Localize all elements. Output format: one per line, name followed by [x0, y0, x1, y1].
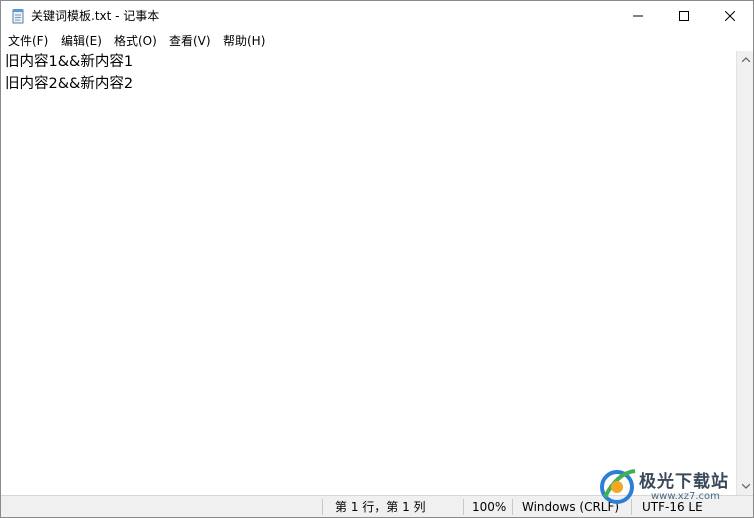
notepad-icon[interactable] — [10, 8, 26, 24]
close-button[interactable] — [707, 1, 753, 31]
minimize-icon — [633, 15, 643, 17]
window-title: 关键词模板.txt - 记事本 — [31, 9, 160, 23]
chevron-up-icon — [741, 57, 750, 62]
scroll-up-button[interactable] — [737, 51, 753, 68]
editor-line: 旧内容1&&新内容1 — [5, 54, 134, 70]
minimize-button[interactable] — [615, 1, 661, 31]
editor-line: 旧内容2&&新内容2 — [5, 76, 134, 92]
menu-help[interactable]: 帮助(H) — [223, 33, 265, 49]
menu-bar: 文件(F) 编辑(E) 格式(O) 查看(V) 帮助(H) — [1, 31, 753, 51]
watermark-url: www.xz7.com — [651, 491, 720, 502]
menu-edit[interactable]: 编辑(E) — [61, 33, 102, 49]
notepad-window: 关键词模板.txt - 记事本 文件(F) 编辑(E) 格式(O) 查看(V) … — [0, 0, 754, 518]
close-icon — [725, 11, 735, 21]
maximize-icon — [679, 11, 689, 21]
text-editor[interactable]: 旧内容1&&新内容1 旧内容2&&新内容2 — [1, 51, 736, 495]
maximize-button[interactable] — [661, 1, 707, 31]
status-divider — [322, 499, 323, 515]
vertical-scrollbar[interactable] — [736, 51, 753, 495]
aurora-logo-icon — [600, 469, 636, 504]
status-divider — [463, 499, 464, 515]
watermark-logo: 极光下载站 www.xz7.com — [595, 463, 747, 509]
zoom-level: 100% — [472, 500, 507, 514]
menu-view[interactable]: 查看(V) — [169, 33, 211, 49]
status-divider — [512, 499, 513, 515]
title-bar[interactable]: 关键词模板.txt - 记事本 — [1, 1, 753, 31]
cursor-position: 第 1 行，第 1 列 — [335, 500, 426, 514]
watermark-text: 极光下载站 — [639, 472, 729, 492]
menu-format[interactable]: 格式(O) — [114, 33, 157, 49]
menu-file[interactable]: 文件(F) — [8, 33, 48, 49]
